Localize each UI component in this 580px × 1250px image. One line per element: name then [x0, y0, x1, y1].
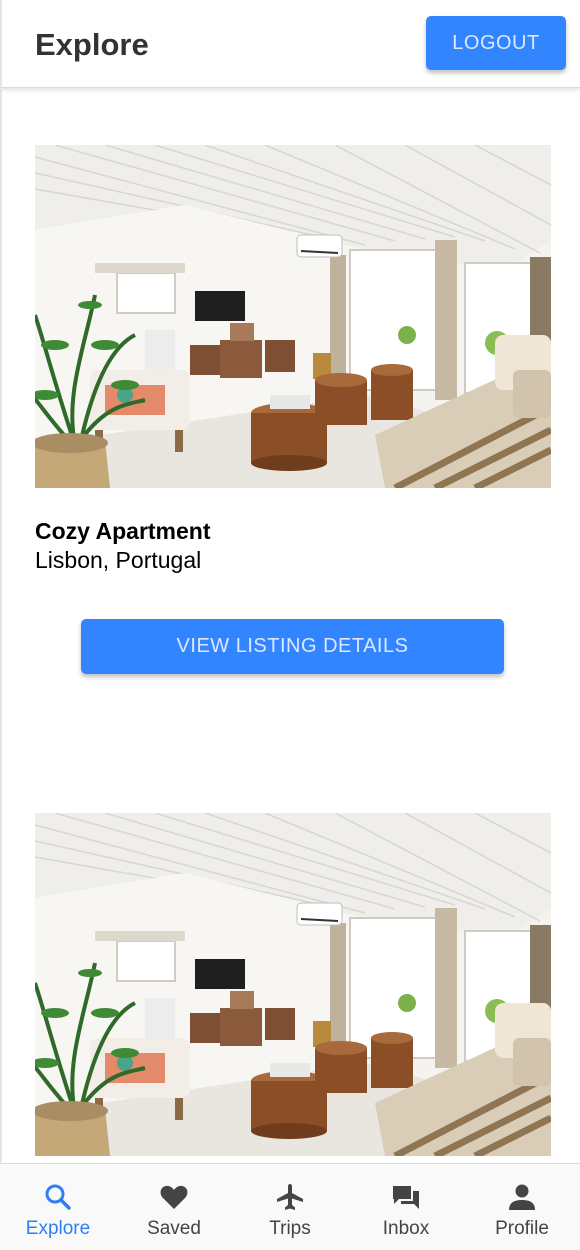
heart-icon [160, 1185, 188, 1209]
logout-button[interactable]: LOGOUT [426, 16, 566, 70]
listing-location: Lisbon, Portugal [35, 547, 202, 573]
search-icon [45, 1184, 71, 1210]
view-listing-details-button[interactable]: VIEW LISTING DETAILS [81, 619, 504, 674]
nav-label: Trips [269, 1218, 311, 1239]
nav-item-explore[interactable]: Explore [0, 1164, 116, 1250]
nav-label: Explore [25, 1218, 91, 1239]
nav-label: Saved [147, 1218, 201, 1239]
listing-photo[interactable] [35, 813, 551, 1156]
person-icon [509, 1184, 535, 1210]
nav-item-saved[interactable]: Saved [116, 1164, 232, 1250]
nav-label: Inbox [382, 1218, 430, 1239]
listing-title: Cozy Apartment [35, 518, 211, 544]
listing-photo[interactable] [35, 145, 551, 488]
nav-label: Profile [495, 1218, 549, 1239]
nav-item-profile[interactable]: Profile [464, 1164, 580, 1250]
bottom-nav: Explore Saved Trips Inbox Profile [0, 1163, 580, 1250]
page-title: Explore [35, 27, 149, 62]
nav-item-trips[interactable]: Trips [232, 1164, 348, 1250]
app-header: Explore LOGOUT [0, 0, 580, 88]
listings-feed[interactable]: Cozy Apartment Lisbon, Portugal VIEW LIS… [0, 89, 580, 1163]
chat-icon [393, 1186, 419, 1209]
nav-item-inbox[interactable]: Inbox [348, 1164, 464, 1250]
airplane-icon [277, 1184, 303, 1210]
